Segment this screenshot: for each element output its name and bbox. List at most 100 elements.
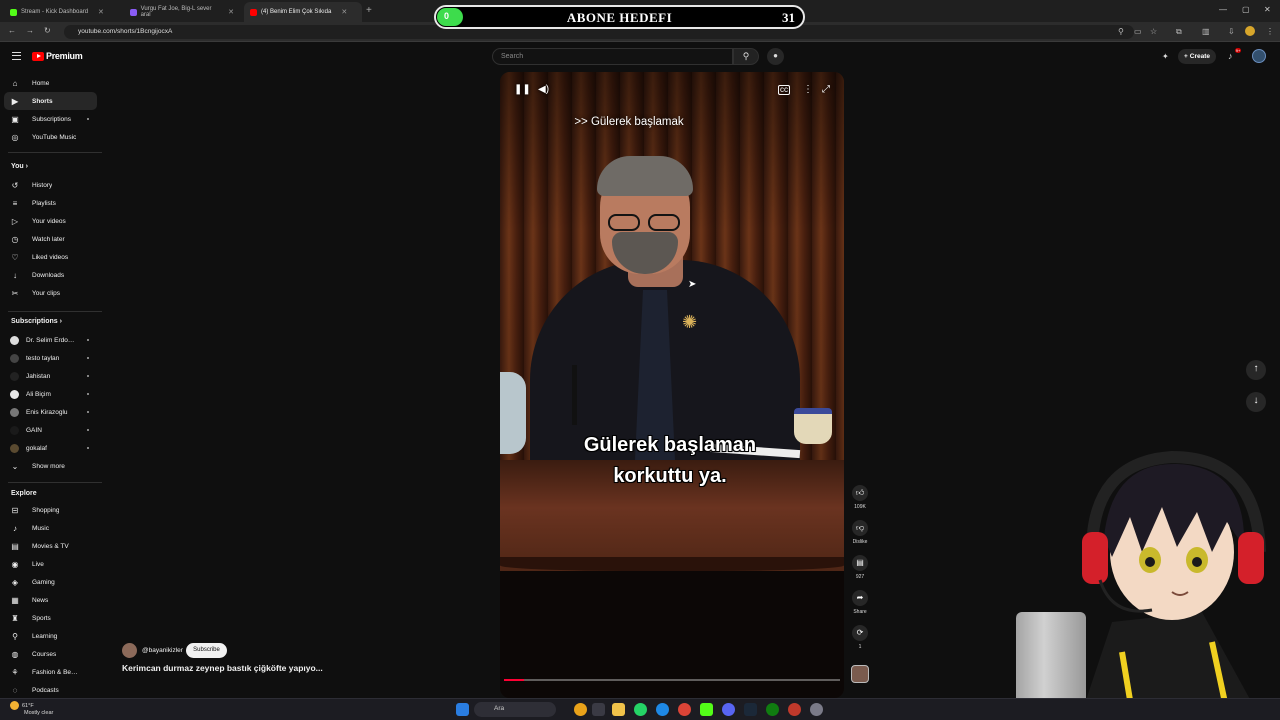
sidebar-item-watch-later[interactable]: ◷ Watch later (4, 230, 97, 248)
sidebar-item-live[interactable]: ◉ Live (4, 555, 97, 573)
sidebar-item-gokalaf[interactable]: gokalaf (4, 439, 97, 457)
sidebar-item-gai-n[interactable]: GAİN (4, 421, 97, 439)
sidebar-item-podcasts[interactable]: ◌ Podcasts (4, 681, 97, 699)
video-title[interactable]: Kerimcan durmaz zeynep bastık çiğköfte y… (122, 663, 323, 673)
sidebar-item-your-videos[interactable]: ▷ Your videos (4, 212, 97, 230)
movies-icon: ▤ (11, 541, 19, 551)
download-icon[interactable]: ⇩ (1228, 27, 1235, 36)
comments-button[interactable]: ▤ 927 (846, 555, 874, 580)
sidebar-item-gaming[interactable]: ◈ Gaming (4, 573, 97, 591)
browser-menu-icon[interactable]: ⋮ (1266, 27, 1274, 36)
discord-icon[interactable] (722, 703, 735, 716)
sidebar-item-courses[interactable]: ◍ Courses (4, 645, 97, 663)
video-progress-bar[interactable] (504, 679, 840, 681)
xbox-icon[interactable] (766, 703, 779, 716)
taskbar-search[interactable]: Ara (474, 702, 556, 717)
sidebar-item-home[interactable]: ⌂ Home (4, 74, 97, 92)
browser-tab-vurgu[interactable]: Vurgu Fat Joe, Big-L sever aral ✕ (124, 4, 240, 20)
reload-icon[interactable]: ↻ (44, 26, 51, 35)
sidebar-item-learning[interactable]: ⚲ Learning (4, 627, 97, 645)
channel-avatar (10, 389, 19, 399)
menu-icon[interactable] (12, 52, 21, 60)
shorts-video-player[interactable]: ✺ ❚❚ ◀) cc ⋮ ⤢ >> Gülerek başlamak Güler… (500, 72, 844, 698)
sidebar-item-dr-selim-erdoğa[interactable]: Dr. Selim Erdoğa... (4, 331, 97, 349)
more-options-icon[interactable]: ⋮ (803, 84, 813, 95)
subscriptions-section-title[interactable]: Subscriptions › (11, 318, 62, 325)
sidebar-item-fashion-beauty[interactable]: ⚘ Fashion & Beauty (4, 663, 97, 681)
sidebar-item-playlists[interactable]: ≡ Playlists (4, 194, 97, 212)
copilot-icon[interactable] (574, 703, 587, 716)
maximize-icon[interactable]: ▢ (1242, 5, 1250, 14)
account-avatar[interactable] (1252, 49, 1266, 63)
minimize-icon[interactable]: — (1219, 5, 1227, 14)
sidebar-item-news[interactable]: ▦ News (4, 591, 97, 609)
subscribe-button[interactable]: Subscribe (186, 643, 227, 658)
sidebar-item-history[interactable]: ↺ History (4, 176, 97, 194)
sidebar-item-jahistan[interactable]: Jahistan (4, 367, 97, 385)
chrome-icon[interactable] (678, 703, 691, 716)
show-more-button[interactable]: ⌄ Show more (4, 457, 97, 475)
extensions-icon[interactable]: ⧉ (1176, 27, 1182, 37)
bookmark-star-icon[interactable]: ☆ (1150, 27, 1157, 36)
voice-search-button[interactable]: ● (767, 48, 784, 65)
opera-icon[interactable] (788, 703, 801, 716)
sidebar-item-youtube-music[interactable]: ◎ YouTube Music (4, 128, 97, 146)
sidebar-item-subscriptions[interactable]: ▣ Subscriptions (4, 110, 97, 128)
close-window-icon[interactable]: ✕ (1264, 5, 1271, 14)
profile-icon[interactable] (1245, 26, 1255, 36)
sidepanel-icon[interactable]: ▥ (1202, 27, 1210, 36)
create-button[interactable]: + Create (1178, 49, 1217, 64)
task-view-icon[interactable] (592, 703, 605, 716)
remix-button[interactable]: ⟳ 1 (846, 625, 874, 650)
channel-name[interactable]: @bayanikizler (142, 647, 183, 654)
close-tab-icon[interactable]: ✕ (228, 8, 234, 16)
previous-short-button[interactable]: ↑ (1246, 360, 1266, 380)
settings-icon[interactable] (810, 703, 823, 716)
chevron-right-icon: › (25, 163, 28, 170)
sidebar-item-liked-videos[interactable]: ♡ Liked videos (4, 248, 97, 266)
cast-icon[interactable]: ▭ (1134, 27, 1142, 36)
sidebar-item-enis-kirazoglu[interactable]: Enis Kirazoglu (4, 403, 97, 421)
close-tab-icon[interactable]: ✕ (98, 8, 104, 16)
edge-icon[interactable] (656, 703, 669, 716)
notifications-icon[interactable]: ♪ (1228, 51, 1233, 61)
captions-icon[interactable]: cc (778, 85, 790, 95)
forward-icon[interactable]: → (26, 26, 34, 35)
sidebar-item-sports[interactable]: ♜ Sports (4, 609, 97, 627)
sidebar-item-ali-biçim[interactable]: Ali Biçim (4, 385, 97, 403)
kick-app-icon[interactable] (700, 703, 713, 716)
browser-tab-kick[interactable]: Stream - Kick Dashboard ✕ (4, 4, 122, 20)
sidebar-item-shopping[interactable]: ⊟ Shopping (4, 501, 97, 519)
sidebar-item-your-clips[interactable]: ✂ Your clips (4, 284, 97, 302)
search-button[interactable]: ⚲ (733, 48, 759, 65)
fullscreen-icon[interactable]: ⤢ (822, 84, 830, 95)
like-button[interactable]: 👍︎ 109K (846, 485, 874, 510)
steam-icon[interactable] (744, 703, 757, 716)
back-icon[interactable]: ← (8, 26, 16, 35)
share-button[interactable]: ➦ Share (846, 590, 874, 615)
zoom-icon[interactable]: ⚲ (1118, 27, 1124, 36)
next-short-button[interactable]: ↓ (1246, 392, 1266, 412)
you-section-title[interactable]: You › (11, 163, 28, 170)
pause-icon[interactable]: ❚❚ (514, 84, 531, 95)
volume-icon[interactable]: ◀) (538, 84, 549, 95)
start-icon[interactable] (456, 703, 469, 716)
dislike-button[interactable]: 👎︎ Dislike (846, 520, 874, 545)
sidebar-item-downloads[interactable]: ↓ Downloads (4, 266, 97, 284)
channel-avatar[interactable] (122, 643, 137, 658)
whatsapp-icon[interactable] (634, 703, 647, 716)
sidebar-item-testo-taylan[interactable]: testo taylan (4, 349, 97, 367)
sparkle-icon[interactable]: ✦ (1162, 52, 1169, 61)
search-input[interactable]: Search (492, 48, 733, 65)
sidebar-item-music[interactable]: ♪ Music (4, 519, 97, 537)
browser-tab-youtube[interactable]: (4) Benim Elim Çok Sıkıda ✕ (244, 2, 362, 22)
sidebar-item-shorts[interactable]: ▶ Shorts (4, 92, 97, 110)
youtube-logo[interactable]: Premium (32, 51, 83, 61)
channel-thumbnail[interactable] (851, 665, 869, 683)
new-tab-icon[interactable]: + (366, 5, 372, 16)
file-explorer-icon[interactable] (612, 703, 625, 716)
youtube-play-icon (32, 51, 44, 61)
sidebar-item-movies-tv[interactable]: ▤ Movies & TV (4, 537, 97, 555)
close-tab-icon[interactable]: ✕ (341, 8, 347, 16)
weather-widget[interactable]: 61°F Mostly clear (10, 701, 53, 717)
